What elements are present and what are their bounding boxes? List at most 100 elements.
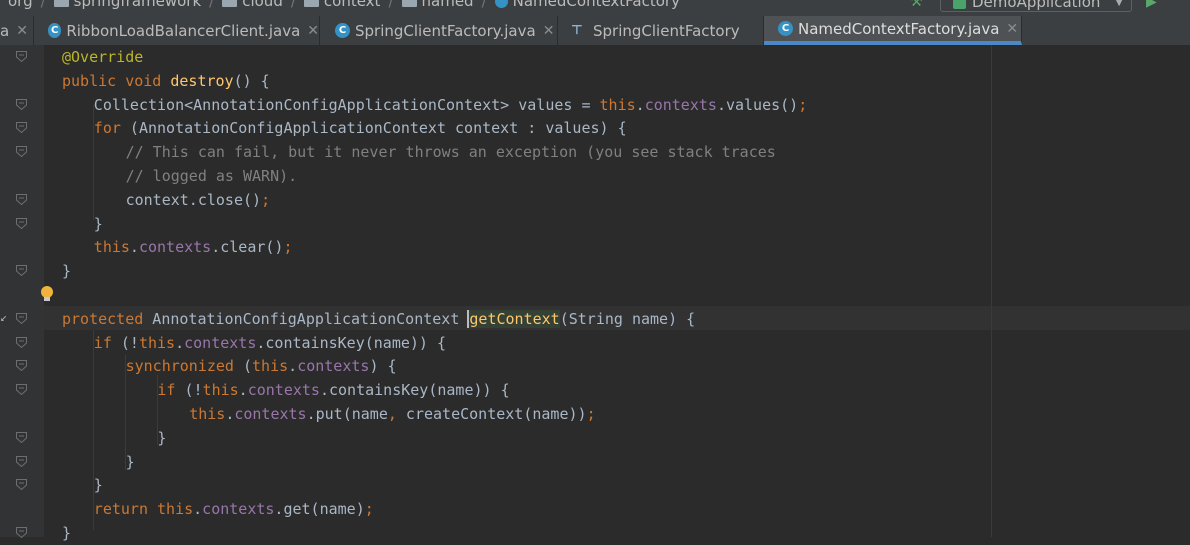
code-token: .values() [716, 95, 799, 114]
code-token: .containsKey(name)) { [319, 381, 510, 400]
code-line[interactable]: public void destroy() { [62, 69, 270, 93]
code-token: for [93, 119, 121, 138]
tab-overflow-icon: a [0, 21, 10, 40]
code-token: } [157, 428, 167, 447]
close-icon[interactable]: ✕ [543, 23, 555, 39]
override-arrow-icon[interactable]: ↙ [0, 310, 7, 324]
breadcrumb-separator: / [290, 0, 296, 10]
tab-ribbon-load-balancer-client[interactable]: C RibbonLoadBalancerClient.java ✕ [34, 16, 320, 45]
fold-marker-icon[interactable] [16, 98, 27, 110]
fold-marker-icon[interactable] [16, 193, 27, 205]
fold-marker-icon[interactable] [16, 360, 27, 372]
run-icon[interactable]: ▶ [1146, 0, 1157, 10]
code-line[interactable]: } [94, 473, 103, 497]
code-token: } [62, 262, 72, 281]
breadcrumb-separator: / [40, 0, 46, 10]
build-icon[interactable]: ⚒ [910, 0, 923, 10]
code-token: .put(name [306, 405, 388, 423]
application-icon [953, 0, 966, 9]
code-token: } [93, 214, 103, 233]
code-token: .containsKey(name)) { [256, 333, 447, 352]
breadcrumb-item-label: context [323, 0, 381, 10]
code-token: , [387, 405, 397, 423]
code-token: contexts [138, 238, 212, 257]
fold-marker-icon[interactable] [16, 336, 27, 348]
code-token: ; [364, 500, 374, 519]
fold-marker-icon[interactable] [16, 51, 27, 62]
class-icon: C [778, 21, 793, 36]
code-token: createContext(name)) [396, 405, 587, 423]
close-icon[interactable]: ✕ [1006, 21, 1018, 37]
code-line[interactable]: // logged as WARN). [126, 164, 298, 188]
code-line[interactable]: synchronized (this.contexts) { [126, 354, 397, 378]
right-margin-guide [991, 45, 992, 537]
code-line[interactable]: for (AnnotationConfigApplicationContext … [94, 116, 627, 140]
structure-icon: ⊤ [571, 23, 583, 38]
fold-marker-icon[interactable] [16, 312, 27, 324]
run-configuration-select[interactable]: DemoApplication ▼ [940, 0, 1132, 12]
fold-marker-icon[interactable] [16, 146, 27, 158]
tab-overflow-left[interactable]: a ✕ [0, 16, 34, 45]
class-icon: C [335, 23, 350, 38]
fold-marker-icon[interactable] [16, 479, 27, 491]
tab-spring-client-factory-structure[interactable]: ⊤ SpringClientFactory [558, 16, 764, 45]
lightbulb-icon[interactable] [39, 285, 55, 303]
code-token: contexts [297, 357, 370, 376]
code-token: . [288, 357, 298, 376]
code-line[interactable]: } [62, 521, 71, 545]
code-line[interactable]: Collection<AnnotationConfigApplicationCo… [94, 93, 807, 117]
fold-marker-icon[interactable] [16, 265, 27, 277]
code-editor[interactable]: ↙ @Override public void destroy() { Collec… [0, 45, 1190, 542]
code-token-method-highlighted: getContext [469, 309, 560, 328]
breadcrumb-item-org[interactable]: org [0, 0, 33, 10]
breadcrumb: org / springframework / cloud / context … [0, 0, 680, 11]
folder-icon [53, 0, 69, 7]
code-line[interactable]: this.contexts.put(name, createContext(na… [189, 402, 595, 426]
code-line[interactable]: return this.contexts.get(name); [94, 497, 374, 521]
code-token: ; [586, 405, 596, 423]
code-line[interactable]: if (!this.contexts.containsKey(name)) { [94, 331, 446, 355]
code-token: AnnotationConfigApplicationContext [143, 309, 469, 328]
code-token: // This can fail, but it never throws an… [125, 143, 776, 162]
code-token: } [125, 452, 135, 471]
code-token: contexts [202, 500, 275, 519]
fold-marker-icon[interactable] [16, 122, 27, 134]
code-line[interactable]: } [62, 259, 71, 283]
breadcrumb-separator: / [481, 0, 487, 10]
code-line[interactable]: // This can fail, but it never throws an… [126, 140, 776, 164]
fold-marker-icon[interactable] [16, 455, 27, 467]
folder-icon [401, 0, 417, 7]
fold-marker-icon[interactable] [16, 431, 27, 443]
breadcrumb-item-springframework[interactable]: springframework [53, 0, 201, 10]
breadcrumb-item-cloud[interactable]: cloud [222, 0, 283, 10]
code-line[interactable]: @Override [62, 45, 143, 69]
close-icon[interactable]: ✕ [16, 23, 28, 39]
breadcrumb-item-namedcontextfactory[interactable]: NamedContextFactory [494, 0, 680, 10]
code-token: } [93, 476, 103, 495]
breadcrumb-item-named[interactable]: named [401, 0, 474, 10]
tab-spring-client-factory-java[interactable]: C SpringClientFactory.java ✕ [320, 16, 558, 45]
tab-named-context-factory[interactable]: C NamedContextFactory.java ✕ [764, 16, 1022, 45]
code-token: ) { [369, 357, 397, 376]
fold-marker-icon[interactable] [16, 527, 27, 538]
code-token: if [93, 333, 112, 352]
code-line[interactable]: } [126, 450, 135, 474]
code-token: . [193, 500, 203, 519]
code-line[interactable]: this.contexts.clear(); [94, 235, 293, 259]
code-token: ; [798, 95, 808, 114]
code-line[interactable]: } [157, 426, 166, 450]
code-line[interactable]: } [94, 212, 103, 236]
code-line[interactable]: if (!this.contexts.containsKey(name)) { [157, 378, 509, 402]
code-line[interactable]: context.close(); [126, 188, 271, 212]
breadcrumb-separator: / [388, 0, 394, 10]
code-token: this [93, 238, 130, 257]
fold-marker-icon[interactable] [16, 384, 27, 396]
class-icon [494, 0, 508, 8]
code-line[interactable]: protected AnnotationConfigApplicationCon… [62, 307, 695, 331]
fold-marker-icon[interactable] [16, 217, 27, 229]
breadcrumb-item-context[interactable]: context [303, 0, 381, 10]
code-token: this [252, 357, 289, 376]
code-token: Collection<AnnotationConfigApplicationCo… [93, 95, 600, 114]
close-icon[interactable]: ✕ [307, 23, 319, 39]
